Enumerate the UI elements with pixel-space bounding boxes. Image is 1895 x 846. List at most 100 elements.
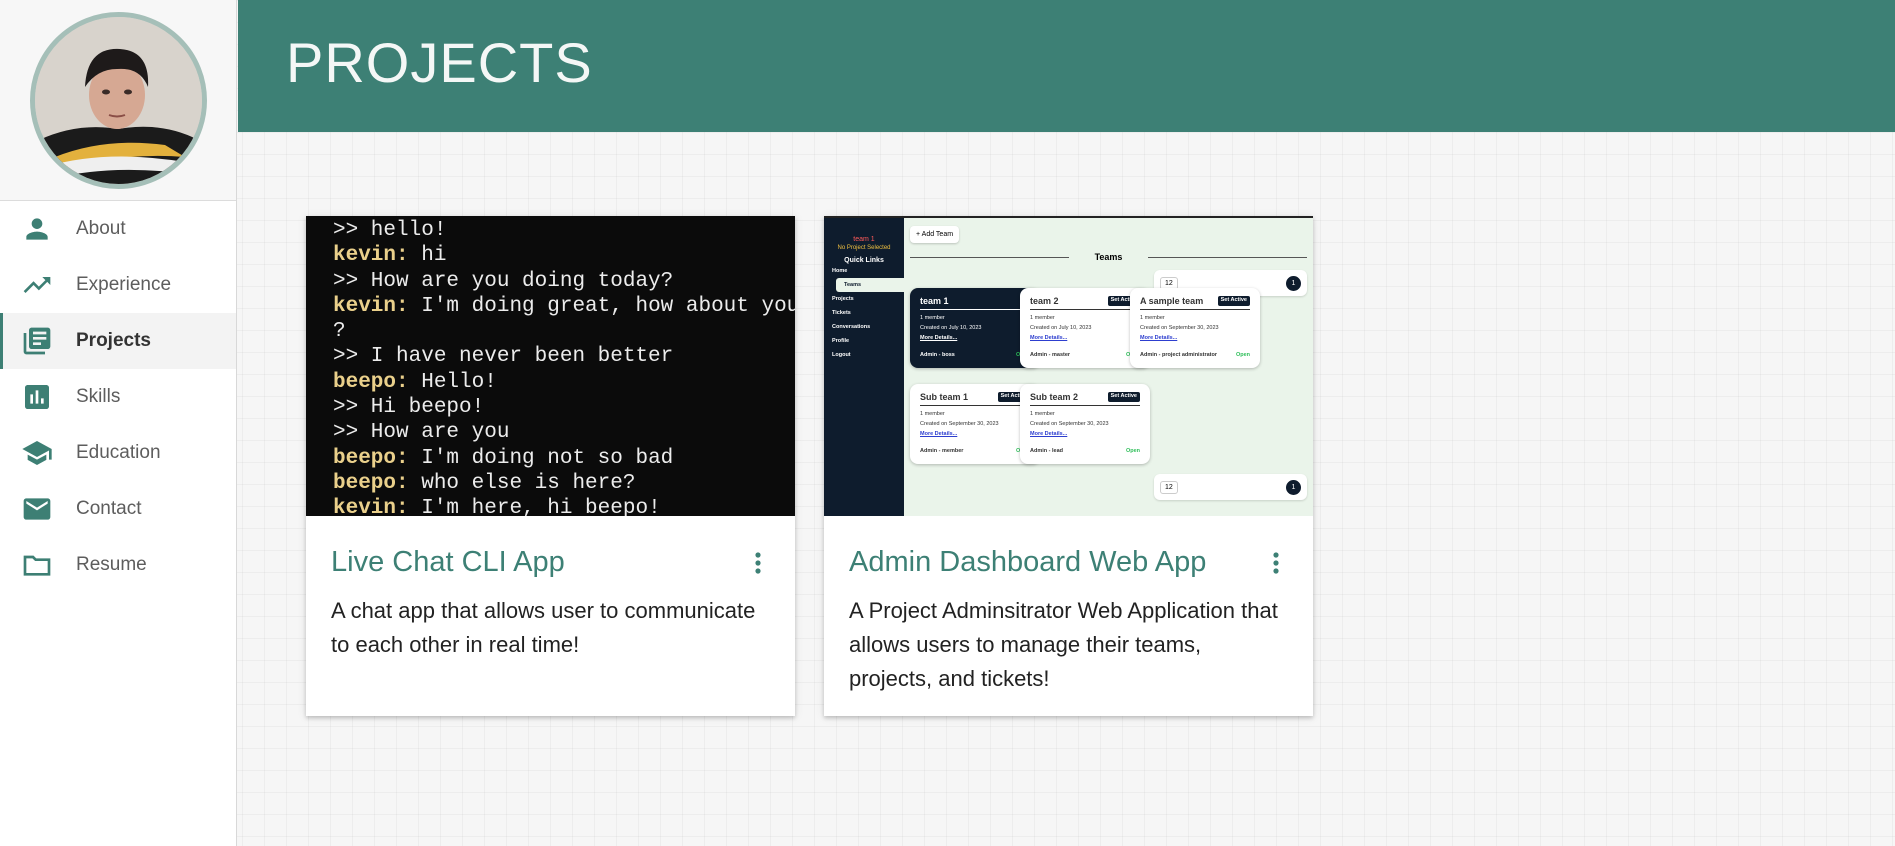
team-card-name: team 2	[1030, 296, 1059, 306]
terminal-message: >> How are you doing today?	[333, 269, 674, 293]
dashboard-link: Projects	[832, 296, 854, 302]
terminal-username: beepo:	[333, 446, 409, 470]
team-card-more-details: More Details...	[1030, 335, 1068, 341]
terminal-username: beepo:	[333, 471, 409, 495]
dashboard-quick-links: Quick Links	[844, 257, 884, 264]
sidebar-item-label: Skills	[76, 386, 121, 407]
terminal-message: ?	[333, 320, 346, 344]
dashboard-link: Profile	[832, 338, 850, 344]
page-header: PROJECTS	[238, 0, 1895, 132]
dashboard-page: 1	[1286, 480, 1301, 495]
team-card-role: Admin - master	[1030, 352, 1071, 358]
project-screenshot[interactable]: >> hello! kevin: hi >> How are you doing t…	[306, 216, 795, 516]
team-card-name: Sub team 1	[920, 392, 969, 402]
terminal-line: kevin: I'm doing great, how about you	[333, 294, 795, 319]
set-active-badge: Set Active	[1217, 296, 1250, 306]
team-card-more-details: More Details...	[1030, 431, 1068, 437]
sidebar-item-contact[interactable]: Contact	[0, 481, 236, 537]
team-card-status: Open	[1235, 352, 1250, 358]
dashboard-no-project: No Project Selected	[837, 245, 891, 251]
profile-area	[0, 0, 236, 201]
team-card-more-details: More Details...	[920, 335, 958, 341]
sidebar-item-skills[interactable]: Skills	[0, 369, 236, 425]
project-title[interactable]: Live Chat CLI App	[331, 546, 565, 579]
sidebar: About Experience Projects Skills Educati…	[0, 0, 237, 846]
library-books-icon	[20, 324, 54, 358]
dashboard-link: Home	[832, 268, 848, 274]
team-card-members: 1 member	[1030, 315, 1055, 321]
team-card-created: Created on September 30, 2023	[920, 421, 999, 427]
sidebar-item-label: Contact	[76, 498, 142, 519]
terminal-message: >> Hi beepo!	[333, 396, 485, 420]
project-title[interactable]: Admin Dashboard Web App	[849, 546, 1206, 579]
project-card[interactable]: team 1 No Project Selected Quick Links H…	[824, 216, 1313, 716]
terminal-line: >> Hi beepo!	[333, 395, 795, 420]
dashboard-per-page: 12	[1160, 481, 1178, 494]
page-title: PROJECTS	[286, 31, 593, 94]
terminal-username: kevin:	[333, 497, 409, 516]
dashboard-team-card: A sample team Set Active 1 member Created o…	[1130, 288, 1260, 368]
dashboard-link: Conversations	[832, 324, 871, 330]
terminal-line: kevin: I'm here, hi beepo!	[333, 496, 795, 516]
team-card-members: 1 member	[1140, 315, 1165, 321]
team-card-role: Admin - project administrator	[1140, 352, 1218, 358]
sidebar-item-label: Projects	[76, 330, 151, 351]
sidebar-item-label: Resume	[76, 554, 147, 575]
dashboard-link: Logout	[832, 352, 851, 358]
folder-icon	[20, 548, 54, 582]
team-card-name: A sample team	[1140, 296, 1204, 306]
terminal-preview: >> hello! kevin: hi >> How are you doing t…	[306, 216, 795, 516]
terminal-line: >> How are you doing today?	[333, 269, 795, 294]
dashboard-link: Tickets	[832, 310, 851, 316]
terminal-message: >> hello!	[333, 219, 447, 242]
bar-chart-icon	[20, 380, 54, 414]
dashboard-page: 1	[1286, 276, 1301, 291]
terminal-line: beepo: Hello!	[333, 370, 795, 395]
dashboard-sidebar: team 1 No Project Selected Quick Links H…	[824, 218, 904, 516]
terminal-message: I'm doing not so bad	[408, 446, 674, 470]
project-card[interactable]: >> hello! kevin: hi >> How are you doing t…	[306, 216, 795, 716]
terminal-line: beepo: who else is here?	[333, 471, 795, 496]
terminal-message: hi	[408, 244, 447, 268]
sidebar-item-projects[interactable]: Projects	[0, 313, 236, 369]
team-card-members: 1 member	[920, 411, 945, 417]
project-description: A Project Adminsitrator Web Application …	[849, 598, 1278, 691]
team-card-role: Admin - member	[920, 448, 964, 454]
terminal-username: kevin:	[333, 244, 409, 268]
set-active-badge: Set Active	[1107, 392, 1140, 402]
mail-icon	[20, 492, 54, 526]
terminal-message: I'm here, hi beepo!	[408, 497, 661, 516]
dashboard-pager: 12 1	[1154, 474, 1307, 500]
dashboard-team-card: Sub team 2 Set Active 1 member Created on S…	[1020, 384, 1150, 464]
terminal-message: >> How are you	[333, 421, 510, 445]
terminal-username: kevin:	[333, 294, 409, 318]
more-vert-icon[interactable]	[746, 547, 770, 579]
school-icon	[20, 436, 54, 470]
sidebar-item-experience[interactable]: Experience	[0, 257, 236, 313]
terminal-message: I'm doing great, how about you	[408, 294, 795, 318]
terminal-line: ?	[333, 319, 795, 344]
dashboard-preview: team 1 No Project Selected Quick Links H…	[824, 216, 1313, 516]
sidebar-item-label: Education	[76, 442, 161, 463]
project-screenshot[interactable]: team 1 No Project Selected Quick Links H…	[824, 216, 1313, 516]
terminal-message: who else is here?	[408, 471, 636, 495]
sidebar-item-education[interactable]: Education	[0, 425, 236, 481]
dashboard-team-name: team 1	[853, 236, 875, 243]
dashboard-link: Teams	[836, 278, 904, 292]
more-vert-icon[interactable]	[1264, 547, 1288, 579]
team-card-created: Created on July 10, 2023	[1030, 325, 1092, 331]
team-card-status: Open	[1125, 448, 1140, 454]
avatar-photo	[34, 16, 202, 184]
team-card-created: Created on September 30, 2023	[1140, 325, 1219, 331]
sidebar-item-label: Experience	[76, 274, 172, 295]
team-card-name: Sub team 2	[1030, 392, 1079, 402]
terminal-line: >> hello!	[333, 218, 795, 243]
sidebar-item-resume[interactable]: Resume	[0, 537, 236, 593]
terminal-line: >> I have never been better	[333, 344, 795, 369]
team-card-more-details: More Details...	[920, 431, 958, 437]
dashboard-section-title: Teams	[910, 252, 1307, 262]
project-description: A chat app that allows user to communica…	[331, 598, 756, 657]
sidebar-item-about[interactable]: About	[0, 201, 236, 257]
terminal-line: >> How are you	[333, 420, 795, 445]
terminal-line: beepo: I'm doing not so bad	[333, 446, 795, 471]
